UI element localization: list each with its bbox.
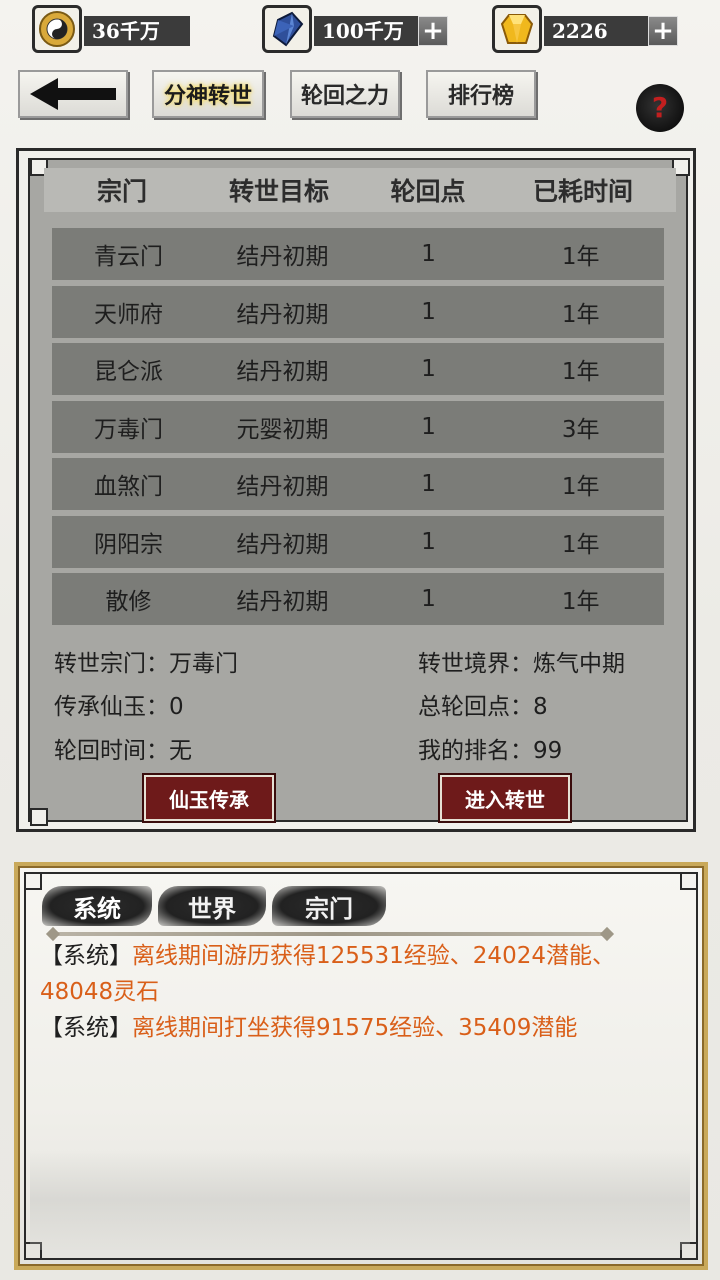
cell-target: 结丹初期	[236, 244, 329, 270]
header-target: 转世目标	[228, 177, 329, 206]
header-time: 已耗时间	[532, 177, 633, 206]
blue-crystal-icon	[262, 5, 312, 53]
jade-inherit-button[interactable]: 仙玉传承	[144, 775, 274, 821]
cell-sect: 阴阳宗	[94, 532, 163, 558]
cell-target: 结丹初期	[236, 359, 329, 385]
cell-points: 1	[421, 299, 436, 325]
cell-time: 3年	[561, 417, 600, 443]
cell-time: 1年	[561, 474, 600, 500]
chat-message: 【系统】离线期间游历获得125531经验、24024潜能、48048灵石	[40, 938, 680, 1010]
header-points: 轮回点	[390, 177, 466, 206]
cell-target: 元婴初期	[236, 417, 329, 443]
tab-samsara-power[interactable]: 轮回之力	[290, 70, 400, 118]
cell-points: 1	[421, 356, 436, 382]
enter-reincarnation-button[interactable]: 进入转世	[440, 775, 570, 821]
cell-time: 1年	[561, 244, 600, 270]
chat-message: 【系统】离线期间打坐获得91575经验、35409潜能	[40, 1010, 680, 1046]
cell-target: 结丹初期	[236, 302, 329, 328]
chat-tab-world[interactable]: 世界	[158, 886, 266, 926]
chat-tab-system[interactable]: 系统	[42, 886, 152, 926]
cell-points: 1	[421, 471, 436, 497]
help-button[interactable]: ?	[636, 84, 684, 132]
tab-label: 轮回之力	[300, 83, 389, 109]
mist-background	[30, 1150, 690, 1250]
currency-value-crystal: 100千万	[314, 16, 418, 46]
back-button[interactable]	[18, 70, 128, 118]
table-header: 宗门 转世目标 轮回点 已耗时间	[44, 168, 676, 212]
table-row[interactable]: 散修 结丹初期 1 1年	[52, 573, 664, 625]
table-row[interactable]: 阴阳宗 结丹初期 1 1年	[52, 516, 664, 568]
cell-points: 1	[421, 414, 436, 440]
table-row[interactable]: 血煞门 结丹初期 1 1年	[52, 458, 664, 510]
table-row[interactable]: 昆仑派 结丹初期 1 1年	[52, 343, 664, 395]
tab-label: 分神转世	[163, 83, 252, 109]
cell-points: 1	[421, 241, 436, 267]
chat-tab-sect[interactable]: 宗门	[272, 886, 386, 926]
cell-time: 1年	[561, 589, 600, 615]
cell-time: 1年	[561, 532, 600, 558]
left-arrow-icon	[30, 78, 116, 110]
yin-yang-coin-icon	[32, 5, 82, 53]
cell-target: 结丹初期	[236, 474, 329, 500]
cell-sect: 天师府	[94, 302, 163, 328]
message-tag: 【系统】	[40, 943, 132, 969]
frame-corner	[24, 872, 42, 890]
cell-time: 1年	[561, 302, 600, 328]
cell-sect: 青云门	[94, 244, 163, 270]
cell-target: 结丹初期	[236, 589, 329, 615]
table-row[interactable]: 青云门 结丹初期 1 1年	[52, 228, 664, 280]
table-row[interactable]: 天师府 结丹初期 1 1年	[52, 286, 664, 338]
gold-gem-icon	[492, 5, 542, 53]
info-reincarnation-realm: 转世境界：炼气中期	[418, 651, 625, 677]
info-my-rank: 我的排名：99	[418, 738, 563, 764]
add-crystal-button[interactable]: +	[418, 16, 448, 46]
cell-target: 结丹初期	[236, 532, 329, 558]
info-total-points: 总轮回点：8	[418, 694, 548, 720]
add-gem-button[interactable]: +	[648, 16, 678, 46]
currency-value-gem: 2226	[544, 16, 648, 46]
cell-sect: 血煞门	[94, 474, 163, 500]
info-inherited-jade: 传承仙玉：0	[54, 694, 184, 720]
table-row[interactable]: 万毒门 元婴初期 1 3年	[52, 401, 664, 453]
cell-sect: 散修	[105, 589, 152, 615]
header-sect: 宗门	[96, 177, 147, 206]
currency-value-coin: 36千万	[84, 16, 190, 46]
cell-sect: 万毒门	[94, 417, 163, 443]
cell-sect: 昆仑派	[94, 359, 163, 385]
cell-time: 1年	[561, 359, 600, 385]
message-text: 离线期间打坐获得91575经验、35409潜能	[132, 1015, 578, 1041]
chat-divider	[52, 932, 612, 936]
tab-label: 排行榜	[447, 83, 514, 109]
info-samsara-time: 轮回时间：无	[54, 738, 192, 764]
frame-corner	[30, 808, 48, 826]
message-tag: 【系统】	[40, 1015, 132, 1041]
frame-corner	[680, 872, 698, 890]
tab-split-reincarnation[interactable]: 分神转世	[152, 70, 264, 118]
cell-points: 1	[421, 529, 436, 555]
tab-leaderboard[interactable]: 排行榜	[426, 70, 536, 118]
info-reincarnation-sect: 转世宗门：万毒门	[54, 651, 238, 677]
cell-points: 1	[421, 586, 436, 612]
